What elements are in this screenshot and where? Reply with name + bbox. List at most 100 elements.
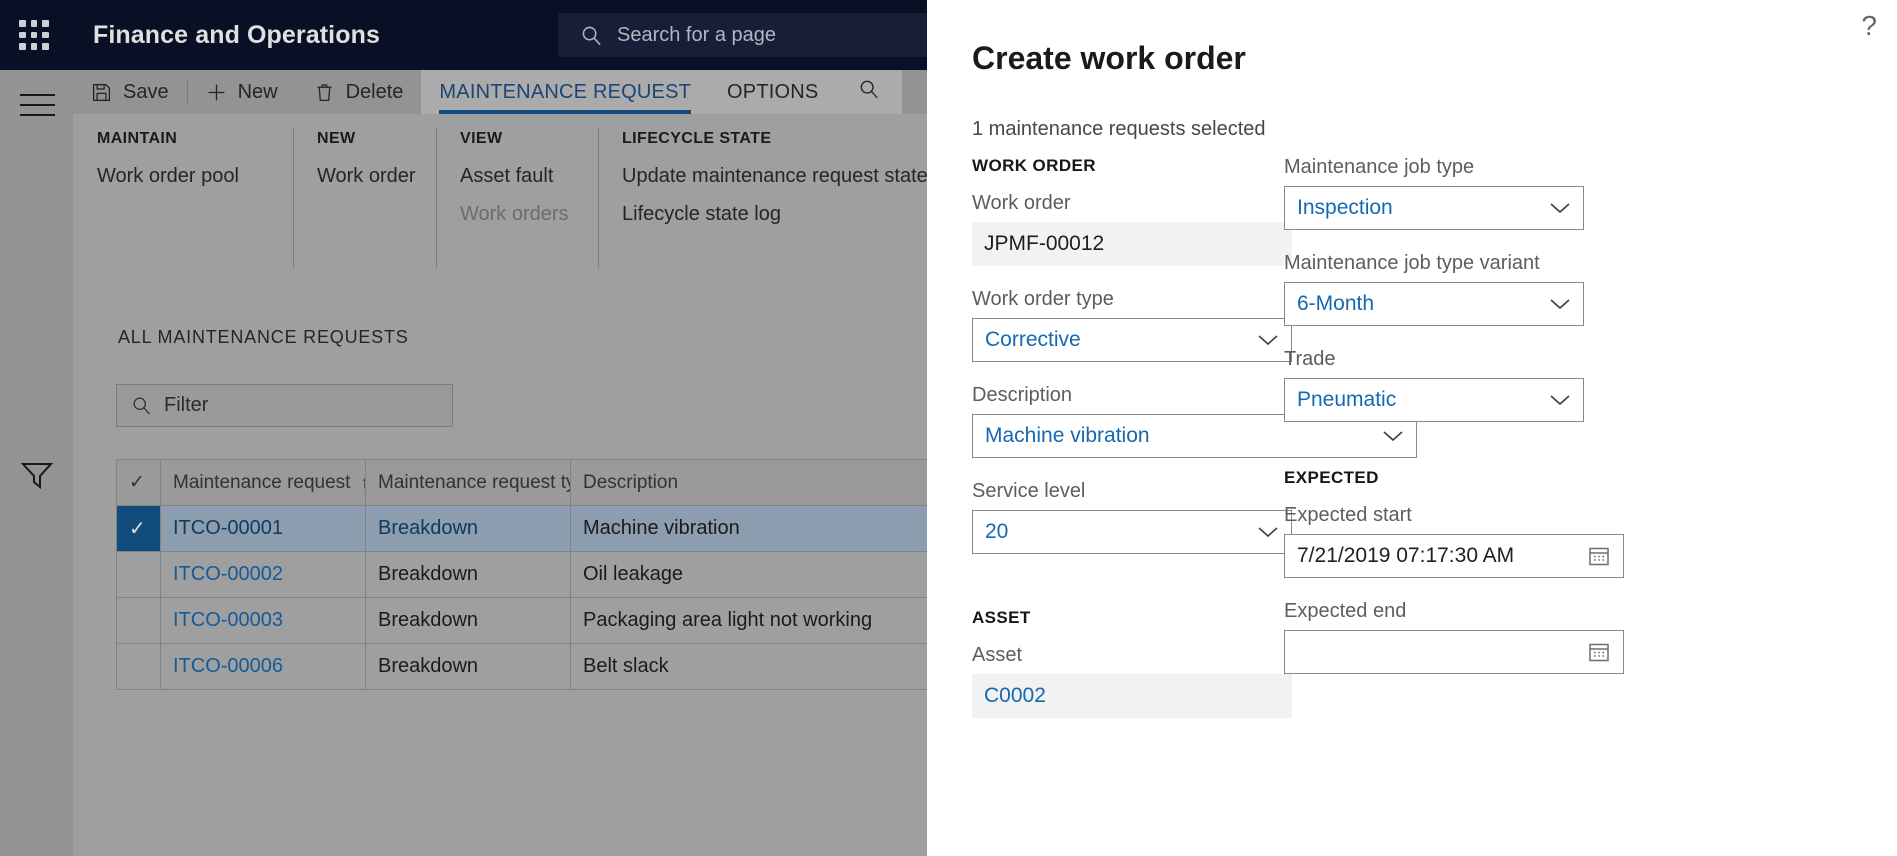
field-label: Expected end xyxy=(1284,600,1407,622)
ribbon-item-lifecycle-state-log[interactable]: Lifecycle state log xyxy=(622,203,903,226)
save-button[interactable]: Save xyxy=(73,70,187,114)
field-maintenance-job-type: Maintenance job type Inspection xyxy=(1284,156,1624,230)
field-trade: Trade Pneumatic xyxy=(1284,348,1624,422)
maintenance-request-link[interactable]: ITCO-00006 xyxy=(173,655,283,677)
tab-options-label: OPTIONS xyxy=(727,80,819,103)
field-label: Maintenance job type xyxy=(1284,156,1475,178)
delete-button[interactable]: Delete xyxy=(296,70,422,114)
sort-ascending-icon: ↑ xyxy=(360,473,364,492)
column-header-label: Description xyxy=(583,471,679,493)
maintenance-job-type-variant-value: 6-Month xyxy=(1297,292,1375,315)
tab-maintenance-request-label: MAINTENANCE REQUEST xyxy=(439,80,692,103)
field-label: Asset xyxy=(972,644,1023,666)
command-search-button[interactable] xyxy=(836,70,903,114)
row-checkbox[interactable] xyxy=(116,597,161,644)
maintenance-job-type-variant-dropdown[interactable]: 6-Month xyxy=(1284,282,1584,326)
maintenance-request-link[interactable]: ITCO-00002 xyxy=(173,563,283,585)
chevron-down-icon xyxy=(1257,525,1279,539)
dialog-right-column: Maintenance job type Inspection Maintena… xyxy=(1284,156,1624,696)
search-icon xyxy=(131,395,152,416)
ribbon-item-work-orders: Work orders xyxy=(460,203,569,225)
expected-start-value: 7/21/2019 07:17:30 AM xyxy=(1297,544,1515,567)
expected-start-input[interactable]: 7/21/2019 07:17:30 AM xyxy=(1284,534,1624,578)
filter-pane-icon[interactable] xyxy=(20,460,54,495)
service-level-dropdown[interactable]: 20 xyxy=(972,510,1292,554)
calendar-icon[interactable] xyxy=(1587,640,1611,664)
search-icon xyxy=(580,24,603,47)
new-button[interactable]: New xyxy=(188,70,296,114)
ribbon-group-new: NEW Work order xyxy=(293,114,436,282)
chevron-down-icon xyxy=(1549,297,1571,311)
chevron-down-icon xyxy=(1257,333,1279,347)
field-maintenance-job-type-variant: Maintenance job type variant 6-Month xyxy=(1284,252,1624,326)
column-header-label: Maintenance request type xyxy=(378,471,570,493)
work-order-type-value: Corrective xyxy=(985,328,1081,351)
save-icon xyxy=(91,82,112,103)
trash-icon xyxy=(314,82,335,103)
field-label: Maintenance job type variant xyxy=(1284,252,1540,274)
check-icon: ✓ xyxy=(129,518,146,540)
maintenance-job-type-dropdown[interactable]: Inspection xyxy=(1284,186,1584,230)
asset-value[interactable]: C0002 xyxy=(972,674,1292,718)
help-icon[interactable]: ? xyxy=(1861,12,1877,40)
filter-placeholder: Filter xyxy=(164,394,209,416)
maintenance-request-type-link[interactable]: Breakdown xyxy=(378,517,478,539)
field-expected-start: Expected start 7/21/2019 07:17:30 AM xyxy=(1284,504,1624,578)
ribbon-item-asset-fault[interactable]: Asset fault xyxy=(460,165,574,188)
row-checkbox[interactable] xyxy=(116,643,161,690)
grid-caption: ALL MAINTENANCE REQUESTS xyxy=(118,327,409,347)
field-label: Trade xyxy=(1284,348,1336,370)
navigation-menu-icon[interactable] xyxy=(20,94,55,120)
row-checkbox[interactable]: ✓ xyxy=(116,505,161,552)
work-order-type-dropdown[interactable]: Corrective xyxy=(972,318,1292,362)
ribbon-item-work-order[interactable]: Work order xyxy=(317,165,416,188)
trade-value: Pneumatic xyxy=(1297,388,1397,411)
maintenance-request-link[interactable]: ITCO-00001 xyxy=(173,517,283,539)
expected-end-input[interactable] xyxy=(1284,630,1624,674)
cell-maintenance-request: ITCO-00002 xyxy=(160,551,366,598)
tab-maintenance-request[interactable]: MAINTENANCE REQUEST xyxy=(421,70,710,114)
cell-maintenance-request: ITCO-00003 xyxy=(160,597,366,644)
column-header-maintenance-request[interactable]: Maintenance request ↑ xyxy=(160,459,366,506)
global-search-input[interactable]: Search for a page xyxy=(558,13,942,57)
app-launcher-icon[interactable] xyxy=(15,16,53,54)
field-label: Expected start xyxy=(1284,504,1412,526)
cell-maintenance-request-type: Breakdown xyxy=(365,505,571,552)
field-label: Work order xyxy=(972,192,1071,214)
field-asset: Asset C0002 xyxy=(972,644,1292,718)
column-header-label: Maintenance request xyxy=(173,471,351,493)
field-work-order-type: Work order type Corrective xyxy=(972,288,1292,362)
ribbon-group-header: VIEW xyxy=(460,130,503,147)
application-window: Finance and Operations Search for a page xyxy=(0,0,1897,856)
group-header-work-order: WORK ORDER xyxy=(972,156,1096,175)
field-label: Work order type xyxy=(972,288,1114,310)
dialog-left-column: WORK ORDER Work order JPMF-00012 Work or… xyxy=(972,156,1417,740)
column-header-maintenance-request-type[interactable]: Maintenance request type xyxy=(365,459,571,506)
group-header-asset: ASSET xyxy=(972,608,1031,627)
calendar-icon[interactable] xyxy=(1587,544,1611,568)
ribbon-group-lifecycle-state: LIFECYCLE STATE Update maintenance reque… xyxy=(598,114,928,282)
ribbon-item-work-order-pool[interactable]: Work order pool xyxy=(97,165,269,188)
delete-label: Delete xyxy=(345,80,404,103)
field-work-order: Work order JPMF-00012 xyxy=(972,192,1292,266)
cell-maintenance-request: ITCO-00006 xyxy=(160,643,366,690)
ribbon-group-header: LIFECYCLE STATE xyxy=(622,130,772,147)
maintenance-request-link[interactable]: ITCO-00003 xyxy=(173,609,283,631)
ribbon-group-maintain: MAINTAIN Work order pool xyxy=(73,114,293,282)
ribbon-group-view: VIEW Asset fault Work orders xyxy=(436,114,598,282)
ribbon-group-header: MAINTAIN xyxy=(97,130,178,147)
plus-icon xyxy=(206,82,227,103)
tab-options[interactable]: OPTIONS xyxy=(709,70,837,114)
filter-input[interactable]: Filter xyxy=(116,384,453,427)
select-all-checkbox[interactable]: ✓ xyxy=(116,459,161,506)
row-checkbox[interactable] xyxy=(116,551,161,598)
ribbon-item-update-maintenance-request-state[interactable]: Update maintenance request state xyxy=(622,165,928,188)
search-icon xyxy=(858,78,880,106)
dialog-title: Create work order xyxy=(972,40,1246,76)
field-label: Service level xyxy=(972,480,1086,502)
trade-dropdown[interactable]: Pneumatic xyxy=(1284,378,1584,422)
ribbon-group-header: NEW xyxy=(317,130,356,147)
group-header-expected: EXPECTED xyxy=(1284,468,1379,487)
